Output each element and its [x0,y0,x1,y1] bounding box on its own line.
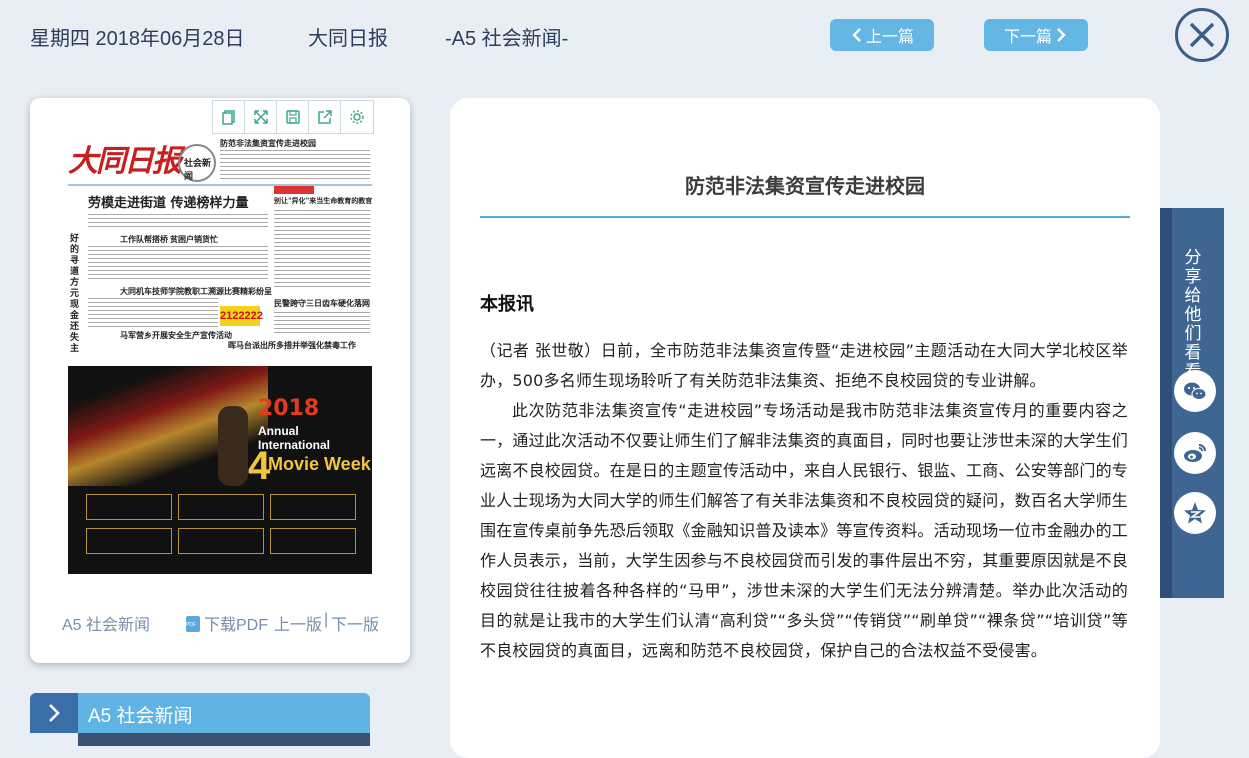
article-paragraph: （记者 张世敬）日前，全市防范非法集资宣传暨“走进校园”主题活动在大同大学北校区… [480,341,1128,390]
thumb-headline: 劳模走进街道 传递榜样力量 [88,196,249,211]
weibo-icon [1184,444,1206,462]
page-separator: | [324,611,329,628]
share-out-icon [317,110,332,124]
share-panel: 分享给他们看看 [1160,208,1224,598]
download-pdf-link[interactable]: 下载PDF [186,611,268,635]
paper-name: 大同日报 [308,28,388,50]
settings-tool[interactable] [341,101,373,133]
download-pdf-label: 下载PDF [204,617,269,634]
issue-date: 星期四 2018年06月28日 [30,28,245,50]
close-icon [1189,22,1215,48]
section-logo: 社会新闻 [178,144,216,182]
top-bar: 星期四 2018年06月28日 大同日报 -A5 社会新闻- 上一篇 下一篇 [0,0,1249,72]
title-divider [480,216,1130,218]
qzone-share-button[interactable] [1174,492,1216,534]
thumb-headline: 民警跨守三日 [274,298,322,308]
expand-icon [253,110,268,124]
article-paragraph: 此次防范非法集资宣传“走进校园”专场活动是我市防范非法集资宣传月的重要内容之一，… [480,401,1129,660]
article-body: （记者 张世敬）日前，全市防范非法集资宣传暨“走进校园”主题活动在大同大学北校区… [480,336,1128,666]
copy-icon [221,110,235,125]
save-tool[interactable] [277,101,309,133]
thumb-headline: 别让"异化"来当生命教育的教官 [274,196,372,205]
section-title: -A5 社会新闻- [445,28,569,50]
article-panel: 防范非法集资宣传走进校园 本报讯 （记者 张世敬）日前，全市防范非法集资宣传暨“… [450,98,1160,758]
fullscreen-tool[interactable] [245,101,277,133]
section-nav-item[interactable]: A5 社会新闻 [30,693,370,733]
prev-article-button[interactable]: 上一篇 [830,19,934,51]
poster-line1: Annual International [258,424,331,452]
thumb-headline: 好的寻道方元现金还失主 [70,234,80,354]
share-label: 分享给他们看看 [1184,248,1202,381]
wechat-share-button[interactable] [1174,370,1216,412]
prev-page-link[interactable]: 上一版 [274,611,322,635]
weibo-share-button[interactable] [1174,432,1216,474]
thumb-headline: 马军营乡开展安全生产宣传活动 [120,330,232,340]
pdf-icon [186,616,200,632]
lottery-box: 2122222 [220,306,263,326]
prev-article-label: 上一篇 [865,29,914,46]
next-article-button[interactable]: 下一篇 [984,19,1088,51]
next-article-label: 下一篇 [1003,29,1052,46]
article-dateline: 本报讯 [480,294,534,315]
thumb-headline: 防范非法集资宣传走进校园 [220,138,316,148]
page-thumbnail-card: 大同日报 社会新闻 防范非法集资宣传走进校园 劳模走进街道 传递榜样力量 别让"… [30,98,410,663]
thumb-headline: 齿车硬化落网 [322,298,370,308]
movie-week-poster: 2018 Annual International 4 Movie Week [68,366,372,574]
thumb-headline: 工作队帮搭桥 [120,234,168,244]
next-page-link[interactable]: 下一版 [331,611,379,635]
wechat-icon [1184,382,1207,400]
thumb-headline: 晖马台派出所多措并举强化禁毒工作 [228,340,356,350]
copy-tool[interactable] [213,101,245,133]
poster-line2: Movie Week [268,454,371,474]
chevron-left-icon [852,28,861,42]
share-tool[interactable] [309,101,341,133]
thumbnail-toolbar [212,100,374,134]
thumb-headline: 大同机车技师学院教职工溯源比赛精彩纷呈 [120,286,272,296]
masthead: 大同日报 [68,144,182,179]
poster-year: 2018 [258,396,320,421]
thumb-section-link[interactable]: A5 社会新闻 [62,611,150,635]
newspaper-page-thumbnail[interactable]: 大同日报 社会新闻 防范非法集资宣传走进校园 劳模走进街道 传递榜样力量 别让"… [68,134,372,574]
qzone-icon [1184,502,1206,524]
thumb-headline: 贫困户销货忙 [170,234,218,244]
save-icon [285,110,300,124]
close-button[interactable] [1175,8,1229,62]
article-title: 防范非法集资宣传走进校园 [685,174,925,198]
gear-icon [350,110,364,124]
poster-number: 4 [248,444,271,488]
chevron-right-icon [30,693,78,733]
section-nav-dropdown [78,733,370,746]
chevron-right-icon [1057,28,1066,42]
section-nav-label: A5 社会新闻 [88,706,193,727]
